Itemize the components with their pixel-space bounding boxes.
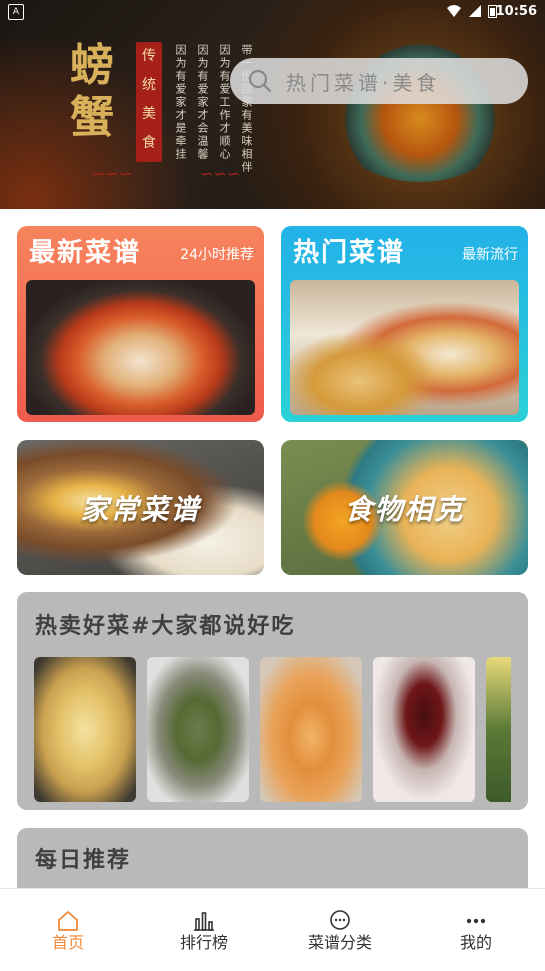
banner-title: 螃蟹 [70,40,114,143]
hot-recipes-subtitle: 最新流行 [462,247,518,263]
dish-thumbnail[interactable] [486,657,511,802]
banner-line-3: 因为有爱工作才顺心 [218,44,231,161]
dish-thumbnail[interactable] [147,657,249,802]
banner-tag-text: 传统美食 [142,48,156,151]
cloud-ornament-icon: ∽∽∽ [92,164,133,183]
nav-item-categories[interactable]: 菜谱分类 [272,889,408,971]
home-cooking-label: 家常菜谱 [80,493,201,526]
hot-recipes-card[interactable]: 热门菜谱 最新流行 [281,226,528,422]
latest-recipes-title: 最新菜谱 [29,238,142,268]
status-bar: A 10:56 [0,0,545,24]
nav-item-mine[interactable]: 我的 [408,889,544,971]
hot-dishes-carousel[interactable] [34,657,511,802]
nav-label-ranking: 排行榜 [179,933,228,952]
latest-recipes-card[interactable]: 最新菜谱 24小时推荐 [17,226,264,422]
bottom-nav: 首页 排行榜 菜谱分类 我的 [0,888,545,971]
cloud-ornament-icon-2: ∽∽∽ [200,164,241,183]
notification-icon: A [8,4,24,20]
nav-label-home: 首页 [51,933,84,952]
wifi-icon [447,5,461,17]
hot-recipes-title: 热门菜谱 [293,238,406,268]
daily-recommend-title: 每日推荐 [35,847,132,873]
search-placeholder: 热门菜谱·美食 [286,70,441,95]
status-time: 10:56 [495,4,537,19]
food-incompatibility-label: 食物相克 [344,493,465,526]
home-cooking-card[interactable]: 家常菜谱 [17,440,264,575]
top-banner[interactable]: 螃蟹 传统美食 因为有爱家才是牵挂 因为有爱家才会温馨 因为有爱工作才顺心 带一… [0,0,545,209]
banner-tag: 传统美食 [136,42,162,162]
dish-thumbnail[interactable] [260,657,362,802]
search-icon [248,69,272,93]
nav-label-mine: 我的 [459,933,492,952]
dish-thumbnail[interactable] [34,657,136,802]
banner-line-1: 因为有爱家才是牵挂 [174,44,187,161]
signal-icon [469,5,481,17]
banner-line-2: 因为有爱家才会温馨 [196,44,209,161]
dish-thumbnail[interactable] [373,657,475,802]
food-incompatibility-card[interactable]: 食物相克 [281,440,528,575]
hot-dishes-section: 热卖好菜#大家都说好吃 [17,592,528,810]
status-icons [446,4,497,18]
nav-item-home[interactable]: 首页 [0,889,136,971]
nav-item-ranking[interactable]: 排行榜 [136,889,272,971]
hot-recipes-image [290,280,519,415]
latest-recipes-image [26,280,255,415]
latest-recipes-subtitle: 24小时推荐 [180,247,254,263]
hot-dishes-title: 热卖好菜#大家都说好吃 [35,613,296,639]
nav-label-categories: 菜谱分类 [307,933,372,952]
search-bar[interactable]: 热门菜谱·美食 [230,58,528,104]
